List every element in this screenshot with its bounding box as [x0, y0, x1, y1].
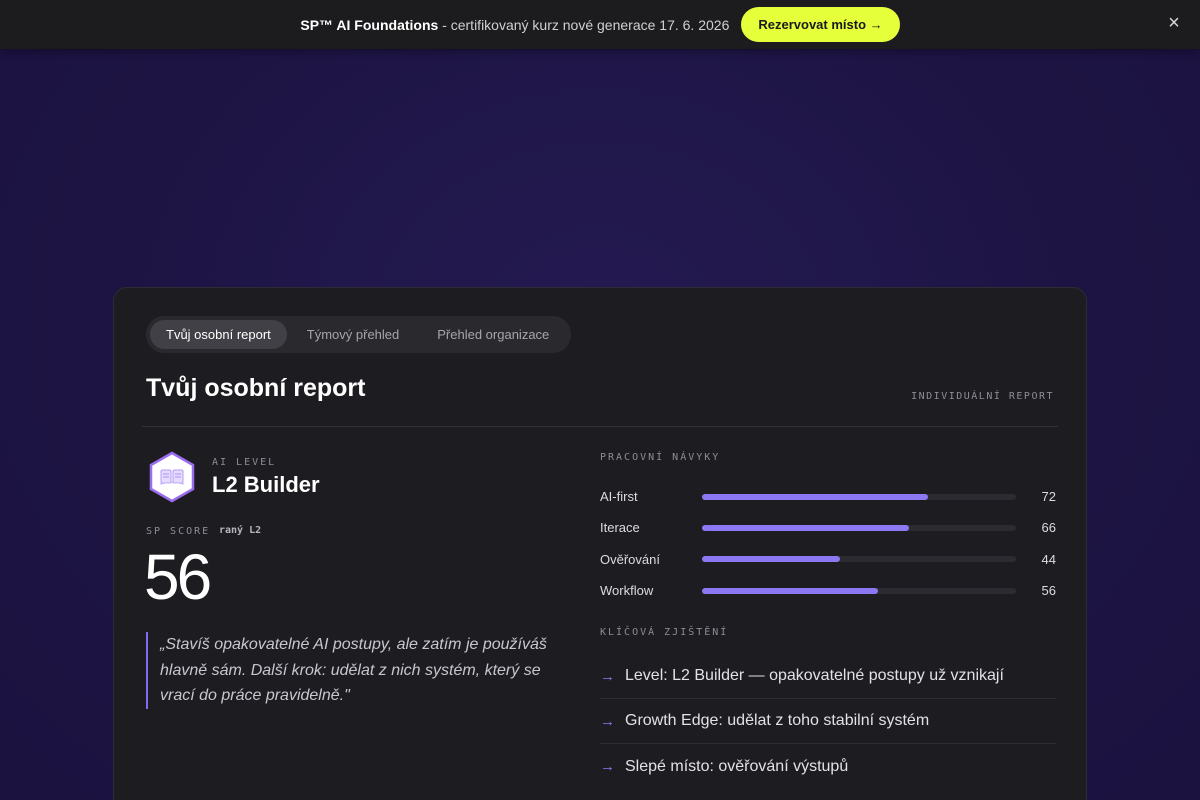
reserve-seat-button[interactable]: Rezervovat místo →: [741, 7, 900, 42]
skill-row: Workflow 56: [600, 575, 1056, 606]
banner-description: - certifikovaný kurz nové generace 17. 6…: [438, 16, 730, 33]
report-card: Tvůj osobní report Týmový přehled Přehle…: [113, 287, 1087, 800]
tab-organization-overview[interactable]: Přehled organizace: [419, 320, 567, 349]
book-hexagon-icon: [149, 451, 195, 503]
arrow-right-icon: →: [600, 758, 615, 775]
skill-value: 56: [1041, 583, 1056, 599]
finding-text: Growth Edge: udělat z toho stabilní syst…: [625, 712, 930, 729]
key-findings-list: → Level: L2 Builder — opakovatelné postu…: [600, 654, 1056, 789]
finding-text: Level: L2 Builder — opakovatelné postupy…: [625, 667, 1004, 684]
ai-level-label: AI LEVEL: [212, 457, 277, 468]
sp-score-sublabel: raný L2: [219, 525, 262, 536]
skill-bar: [702, 587, 1016, 594]
skill-bar: [702, 556, 1016, 563]
divider: [142, 426, 1058, 427]
sp-score-label: SP SCORE: [146, 526, 211, 537]
finding-item: → Growth Edge: udělat z toho stabilní sy…: [600, 699, 1056, 744]
skill-bar: [702, 493, 1016, 500]
skill-row: Ověřování 44: [600, 544, 1056, 575]
skill-value: 66: [1041, 520, 1056, 536]
arrow-right-icon: →: [600, 712, 615, 730]
tab-team-overview[interactable]: Týmový přehled: [289, 320, 417, 349]
skill-name: Iterace: [600, 520, 640, 536]
skill-bar-fill: [702, 587, 878, 594]
skill-bar-fill: [702, 493, 929, 500]
banner-title: SP™ AI Foundations: [300, 16, 439, 33]
finding-item: → Slepé místo: ověřování výstupů: [600, 744, 1056, 789]
summary-quote: „Stavíš opakovatelné AI postupy, ale zat…: [146, 632, 556, 709]
skill-name: Workflow: [600, 583, 654, 599]
key-findings-label: KLÍČOVÁ ZJIŠTĚNÍ: [600, 627, 729, 638]
page-title: Tvůj osobní report: [146, 374, 366, 402]
finding-text: Slepé místo: ověřování výstupů: [625, 757, 849, 775]
skill-name: Ověřování: [600, 551, 660, 567]
report-tabs: Tvůj osobní report Týmový přehled Přehle…: [146, 316, 572, 353]
skill-row: AI-first 72: [600, 481, 1056, 512]
work-habits-label: PRACOVNÍ NÁVYKY: [600, 452, 721, 463]
ai-level-name: L2 Builder: [212, 472, 320, 497]
skill-row: Iterace 66: [600, 512, 1056, 543]
skill-value: 44: [1041, 551, 1056, 567]
report-type-label: INDIVIDUÁLNÍ REPORT: [911, 391, 1054, 402]
banner-text: SP™ AI Foundations - certifikovaný kurz …: [300, 17, 729, 33]
sp-score-value: 56: [144, 541, 212, 613]
finding-item: → Level: L2 Builder — opakovatelné postu…: [600, 654, 1056, 699]
skill-bar-fill: [702, 524, 910, 531]
arrow-right-icon: →: [600, 667, 615, 685]
work-habits-list: AI-first 72 Iterace 66 Ověřování 44 Work…: [600, 481, 1056, 606]
skill-name: AI-first: [600, 489, 638, 505]
skill-bar-fill: [702, 556, 841, 563]
close-icon[interactable]: ×: [1166, 13, 1182, 33]
tab-personal-report[interactable]: Tvůj osobní report: [150, 320, 287, 349]
promo-banner: SP™ AI Foundations - certifikovaný kurz …: [0, 0, 1200, 49]
skill-bar: [702, 524, 1016, 531]
skill-value: 72: [1041, 489, 1056, 505]
